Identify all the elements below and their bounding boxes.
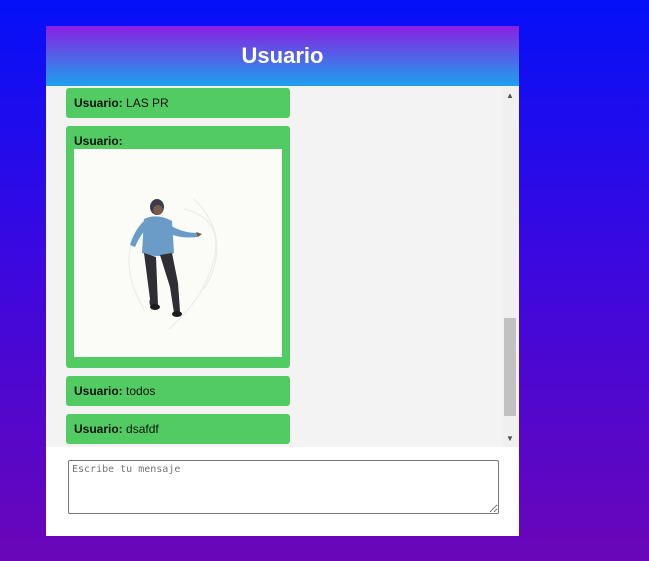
message-text: todos xyxy=(126,384,156,398)
messages-area[interactable]: Usuario: LAS PR Usuario: Usuario: todos … xyxy=(46,86,519,447)
message-sender: Usuario: xyxy=(74,422,123,436)
vertical-scrollbar[interactable]: ▲ ▼ xyxy=(503,86,517,447)
composer xyxy=(68,460,499,514)
chat-header: Usuario xyxy=(46,26,519,86)
message-sender: Usuario: xyxy=(74,384,123,398)
message-sender: Usuario: xyxy=(74,134,123,148)
message-input[interactable] xyxy=(68,460,499,514)
message-item: Usuario: todos xyxy=(66,376,290,406)
dancing-man-image xyxy=(128,198,218,330)
scroll-down-icon[interactable]: ▼ xyxy=(503,431,517,445)
chat-window: Usuario Usuario: LAS PR Usuario: Usuario… xyxy=(46,26,519,536)
messages-list: Usuario: LAS PR Usuario: Usuario: todos … xyxy=(66,88,290,447)
message-text: LAS PR xyxy=(126,96,169,110)
message-item: Usuario: dsafdf xyxy=(66,414,290,444)
message-item-image: Usuario: xyxy=(66,126,290,368)
chat-title: Usuario xyxy=(241,43,324,68)
message-image[interactable] xyxy=(74,149,282,357)
scroll-up-icon[interactable]: ▲ xyxy=(503,88,517,102)
message-text: dsafdf xyxy=(126,422,159,436)
message-item: Usuario: LAS PR xyxy=(66,88,290,118)
scrollbar-thumb[interactable] xyxy=(504,318,516,416)
message-sender: Usuario: xyxy=(74,96,123,110)
